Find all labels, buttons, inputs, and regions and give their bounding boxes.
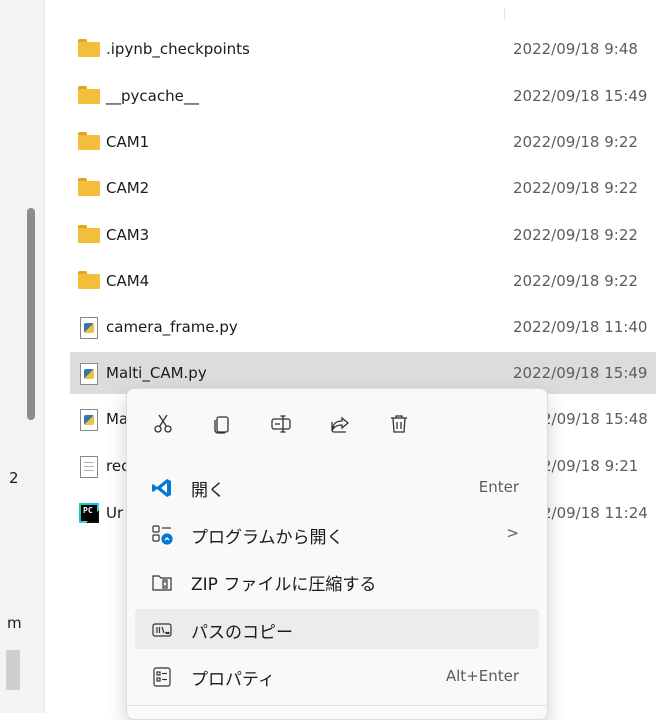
menu-item-properties[interactable]: プロパティ Alt+Enter	[135, 656, 539, 696]
file-row[interactable]: CAM4 2022/09/18 9:22	[70, 260, 656, 302]
navigation-pane	[0, 0, 44, 713]
navigation-item-partial[interactable]	[6, 650, 20, 690]
file-date: 2022/09/18 9:22	[513, 133, 638, 151]
zip-folder-icon	[152, 575, 172, 591]
file-name: Ur	[106, 504, 124, 522]
column-header-divider[interactable]	[504, 8, 505, 20]
folder-icon	[78, 39, 100, 59]
file-name: CAM1	[106, 133, 150, 151]
menu-item-copy-path[interactable]: パスのコピー	[135, 609, 539, 649]
file-name: .ipynb_checkpoints	[106, 40, 250, 58]
menu-item-label: プロパティ	[191, 670, 275, 690]
menu-item-label: 開く	[191, 481, 225, 501]
copy-icon	[214, 416, 229, 434]
open-with-icon	[152, 525, 173, 545]
file-name: Malti_CAM.py	[106, 364, 207, 382]
menu-shortcut: Alt+Enter	[445, 667, 519, 685]
file-row[interactable]: CAM3 2022/09/18 9:22	[70, 214, 656, 256]
file-date: 2022/09/18 15:49	[513, 364, 648, 382]
share-button[interactable]	[325, 409, 355, 439]
file-date: 2/09/18 15:48	[542, 410, 648, 428]
file-row[interactable]: CAM1 2022/09/18 9:22	[70, 121, 656, 163]
nav-partial-text: 2	[9, 469, 19, 487]
trash-icon	[391, 415, 407, 433]
share-icon	[331, 416, 350, 433]
nav-partial-text: m	[7, 614, 22, 632]
file-date: 2022/09/18 9:22	[513, 272, 638, 290]
file-date: 2022/09/18 15:49	[513, 87, 648, 105]
menu-item-open-with[interactable]: プログラムから開く >	[135, 514, 539, 554]
folder-icon	[78, 271, 100, 291]
file-date: 2022/09/18 9:22	[513, 226, 638, 244]
vscode-icon	[152, 479, 171, 497]
python-file-icon	[78, 363, 100, 385]
context-menu: 開く Enter プログラムから開く > ZIP ファイルに圧縮する パスのコピ…	[126, 388, 548, 720]
file-date: 2/09/18 9:21	[542, 457, 639, 475]
pycharm-file-icon: PC	[78, 503, 100, 523]
file-row[interactable]: .ipynb_checkpoints 2022/09/18 9:48	[70, 28, 656, 70]
menu-item-label: プログラムから開く	[191, 528, 344, 548]
folder-icon	[78, 132, 100, 152]
file-name: __pycache__	[106, 87, 199, 105]
text-file-icon	[78, 456, 100, 478]
menu-item-label: ZIP ファイルに圧縮する	[191, 575, 377, 595]
menu-item-label: パスのコピー	[191, 623, 293, 643]
copy-path-icon	[152, 623, 172, 637]
menu-item-compress-zip[interactable]: ZIP ファイルに圧縮する	[135, 561, 539, 601]
python-file-icon	[78, 317, 100, 339]
file-name: CAM4	[106, 272, 150, 290]
file-date: 2022/09/18 9:22	[513, 179, 638, 197]
quick-action-bar	[127, 389, 547, 459]
file-row[interactable]: CAM2 2022/09/18 9:22	[70, 167, 656, 209]
pane-divider[interactable]	[44, 0, 45, 713]
properties-icon	[153, 667, 171, 687]
file-name: CAM2	[106, 179, 150, 197]
file-date: 2022/09/18 9:48	[513, 40, 638, 58]
file-date: 2/09/18 11:24	[542, 504, 648, 522]
file-row[interactable]: camera_frame.py 2022/09/18 11:40	[70, 306, 656, 348]
file-name: Ma	[106, 410, 129, 428]
file-row[interactable]: __pycache__ 2022/09/18 15:49	[70, 75, 656, 117]
menu-shortcut: Enter	[478, 478, 519, 496]
cut-button[interactable]	[148, 409, 178, 439]
python-file-icon	[78, 409, 100, 431]
copy-button[interactable]	[207, 409, 237, 439]
folder-icon	[78, 225, 100, 245]
rename-button[interactable]	[266, 409, 296, 439]
file-name: camera_frame.py	[106, 318, 238, 336]
folder-icon	[78, 86, 100, 106]
folder-icon	[78, 178, 100, 198]
file-date: 2022/09/18 11:40	[513, 318, 648, 336]
scissors-icon	[154, 414, 172, 433]
file-name: CAM3	[106, 226, 150, 244]
menu-separator	[127, 705, 547, 706]
menu-item-open[interactable]: 開く Enter	[135, 467, 539, 507]
chevron-right-icon: >	[506, 524, 519, 542]
delete-button[interactable]	[384, 409, 414, 439]
rename-icon	[271, 415, 291, 433]
navigation-scrollbar-thumb[interactable]	[27, 208, 35, 420]
